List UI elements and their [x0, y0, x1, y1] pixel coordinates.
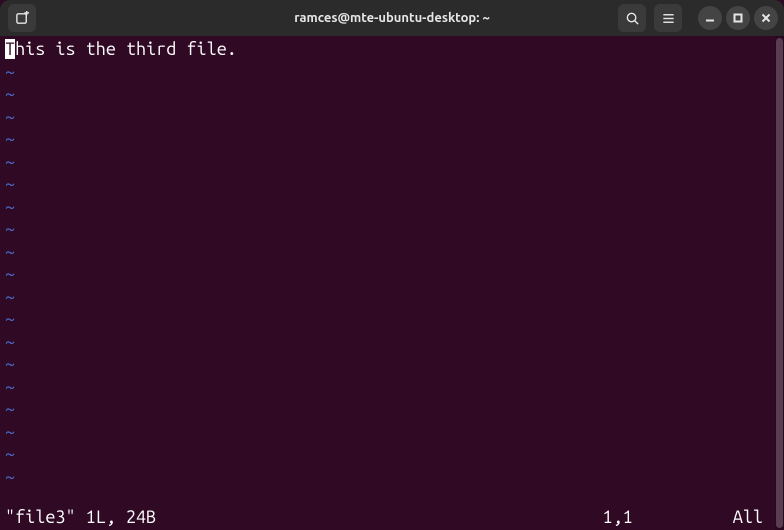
empty-line-marker: ~ [0, 263, 784, 286]
empty-line-marker: ~ [0, 398, 784, 421]
window-titlebar: ramces@mte-ubuntu-desktop: ~ [0, 0, 784, 36]
empty-line-marker: ~ [0, 128, 784, 151]
window-title: ramces@mte-ubuntu-desktop: ~ [294, 11, 490, 25]
new-tab-button[interactable] [8, 4, 36, 32]
maximize-button[interactable] [726, 6, 750, 30]
terminal-viewport[interactable]: This is the third file. ~~~~~~~~~~~~~~~~… [0, 36, 784, 530]
maximize-icon [733, 13, 743, 23]
line-text: his is the third file. [15, 39, 237, 59]
empty-line-marker: ~ [0, 241, 784, 264]
new-tab-icon [15, 11, 30, 26]
empty-line-marker: ~ [0, 151, 784, 174]
empty-line-marker: ~ [0, 83, 784, 106]
empty-line-marker: ~ [0, 196, 784, 219]
search-icon [625, 11, 640, 26]
status-file-info: "file3" 1L, 24B [5, 506, 603, 529]
empty-line-marker: ~ [0, 308, 784, 331]
empty-line-marker: ~ [0, 376, 784, 399]
close-button[interactable] [754, 6, 778, 30]
empty-line-marker: ~ [0, 286, 784, 309]
editor-content-line: This is the third file. [0, 38, 784, 61]
search-button[interactable] [618, 4, 646, 32]
empty-line-marker: ~ [0, 218, 784, 241]
cursor: T [5, 39, 15, 59]
titlebar-left-group [6, 4, 38, 32]
minimize-icon [705, 13, 715, 23]
empty-lines: ~~~~~~~~~~~~~~~~~~~ [0, 61, 784, 489]
titlebar-right-group [616, 4, 778, 32]
empty-line-marker: ~ [0, 331, 784, 354]
scrollbar-thumb[interactable] [776, 38, 783, 528]
minimize-button[interactable] [698, 6, 722, 30]
menu-button[interactable] [654, 4, 682, 32]
empty-line-marker: ~ [0, 421, 784, 444]
empty-line-marker: ~ [0, 173, 784, 196]
hamburger-icon [661, 11, 676, 26]
status-scroll-percent: All [733, 506, 763, 529]
status-cursor-position: 1,1 [603, 506, 633, 529]
scrollbar-track[interactable] [775, 36, 784, 530]
empty-line-marker: ~ [0, 353, 784, 376]
empty-line-marker: ~ [0, 61, 784, 84]
empty-line-marker: ~ [0, 106, 784, 129]
empty-line-marker: ~ [0, 466, 784, 489]
empty-line-marker: ~ [0, 443, 784, 466]
vim-status-line: "file3" 1L, 24B 1,1 All [0, 504, 784, 530]
close-icon [761, 13, 771, 23]
